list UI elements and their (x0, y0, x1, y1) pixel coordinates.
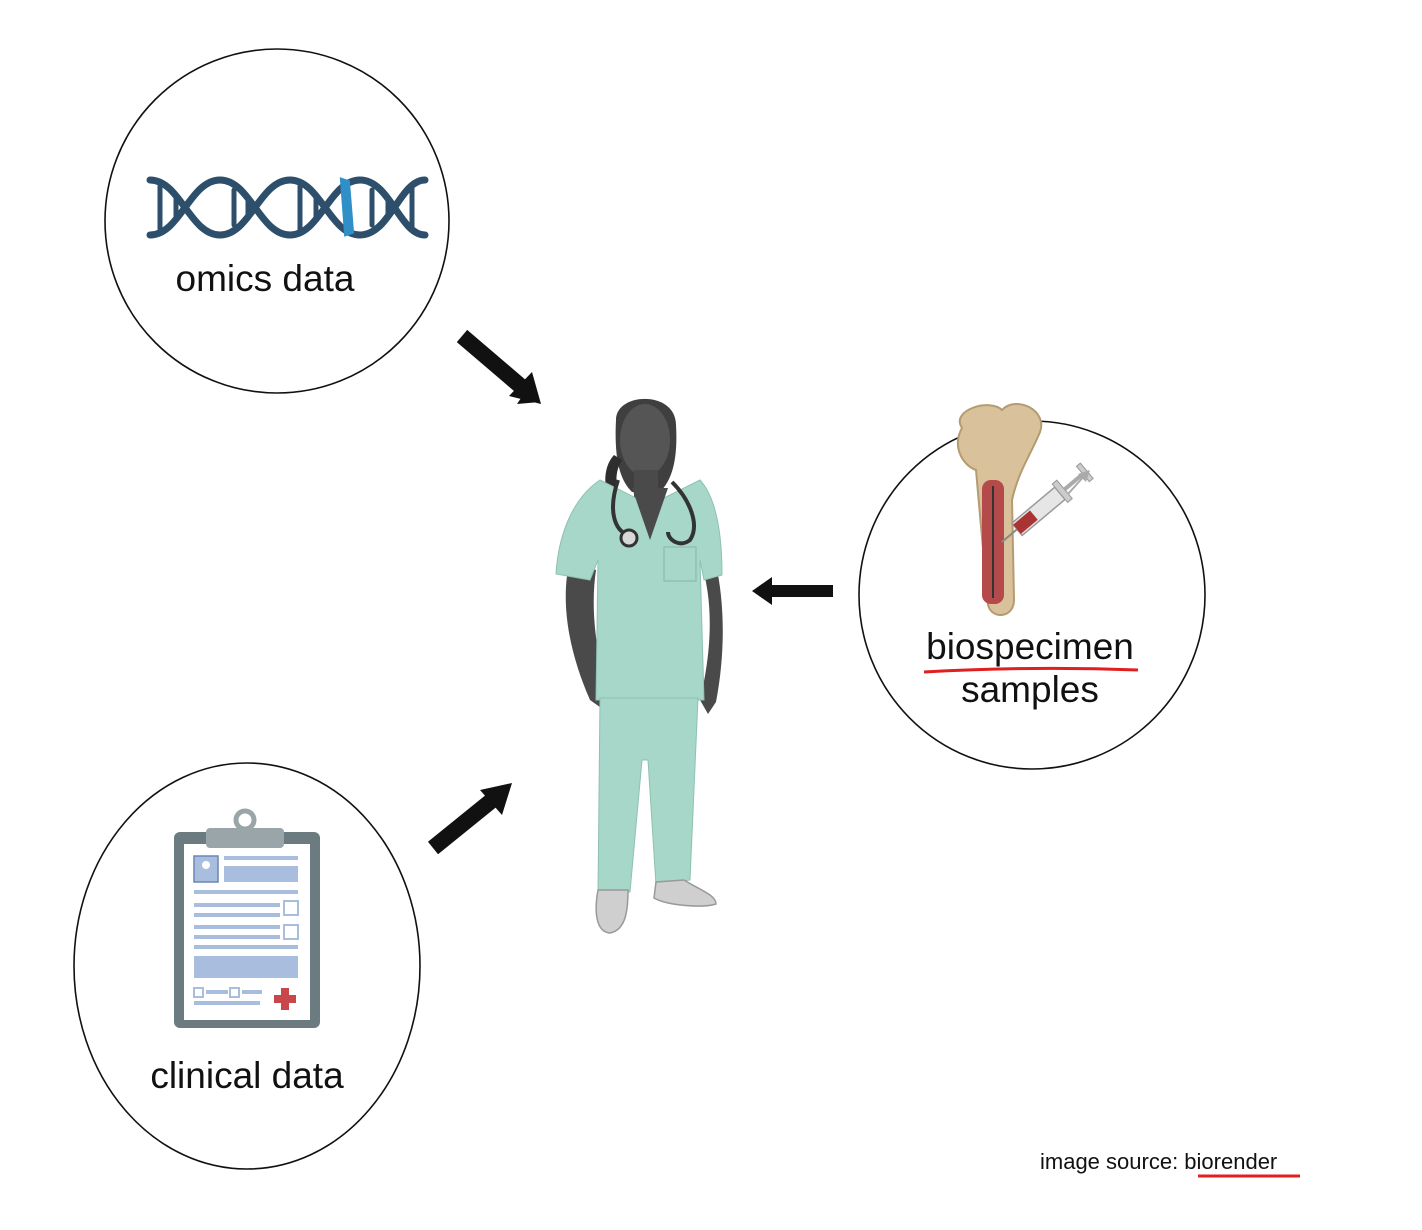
image-source-prefix: image source: (1040, 1149, 1185, 1174)
image-source-credit: image source: biorender (1040, 1149, 1277, 1175)
biospecimen-label-line1: biospecimen (926, 626, 1134, 667)
omics-label: omics data (175, 258, 355, 299)
clinical-label: clinical data (150, 1055, 344, 1096)
doctor-figure (555, 398, 723, 934)
bone-marrow-syringe-icon (957, 403, 1094, 616)
diagram-canvas (73, 48, 1300, 1178)
image-source-link[interactable]: biorender (1184, 1149, 1277, 1174)
biospecimen-label-line2: samples (961, 669, 1099, 710)
arrow-omics-to-doctor (456, 329, 541, 404)
clipboard-icon (174, 808, 320, 1028)
biospecimen-circle (858, 420, 1206, 770)
arrow-clinical-to-doctor (427, 783, 512, 855)
arrow-biospecimen-to-doctor (752, 577, 833, 605)
omics-circle (104, 48, 450, 394)
dna-icon (146, 176, 429, 239)
